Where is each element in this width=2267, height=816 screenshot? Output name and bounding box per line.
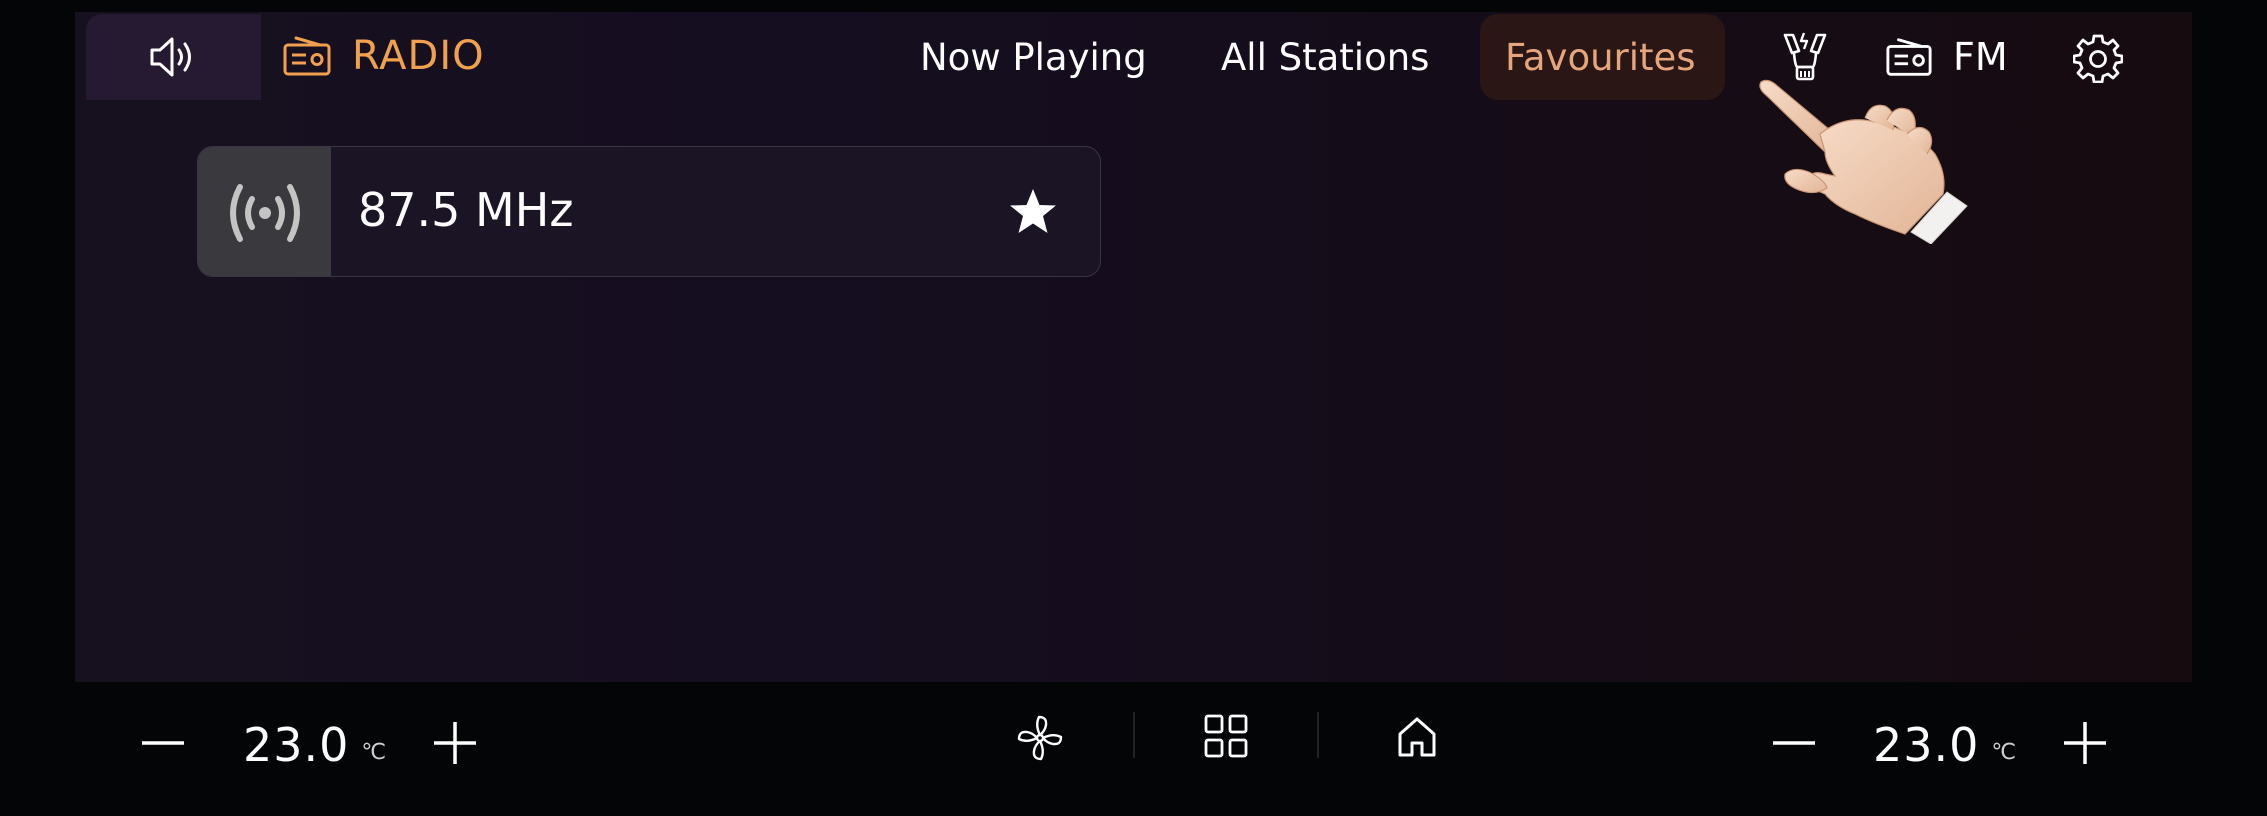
left-temperature-value: 23.0: [243, 718, 350, 772]
plus-icon: [434, 722, 476, 764]
right-temp-increase-button[interactable]: [2060, 718, 2110, 768]
apps-grid-icon: [1204, 714, 1248, 758]
tab-all-stations[interactable]: All Stations: [1221, 32, 1429, 82]
home-icon: [1398, 717, 1436, 757]
bottom-bar: 23.0 ℃ 23.0 ℃: [0, 682, 2267, 816]
minus-icon: [142, 741, 184, 745]
tab-now-playing[interactable]: Now Playing: [920, 32, 1147, 82]
tab-favourites[interactable]: Favourites: [1505, 32, 1696, 82]
home-button[interactable]: [1392, 712, 1442, 762]
head-unit-frame: RADIO Now Playing All Stations Favourite…: [0, 0, 2267, 816]
left-temperature: 23.0 ℃: [243, 710, 386, 780]
left-temperature-unit: ℃: [361, 739, 387, 765]
station-icon-box: [198, 147, 331, 276]
pointing-hand-icon: [1759, 79, 1968, 244]
right-temp-decrease-button[interactable]: [1769, 718, 1819, 768]
right-temperature: 23.0 ℃: [1873, 710, 2016, 780]
minus-icon: [1773, 741, 1815, 745]
app-title-label: RADIO: [352, 33, 485, 79]
settings-icon: [2073, 34, 2123, 83]
bottom-divider: [1317, 712, 1319, 758]
volume-icon: [150, 37, 191, 77]
star-icon[interactable]: [1008, 187, 1058, 237]
right-temperature-value: 23.0: [1873, 718, 1980, 772]
app-title: RADIO: [282, 30, 485, 82]
station-card[interactable]: 87.5 MHz: [197, 146, 1101, 277]
left-temp-increase-button[interactable]: [430, 718, 480, 768]
radio-screen: RADIO Now Playing All Stations Favourite…: [75, 12, 2192, 682]
right-temperature-unit: ℃: [1991, 739, 2017, 765]
radio-band-icon: [1886, 38, 1932, 76]
broadcast-icon: [229, 183, 300, 242]
band-label: FM: [1953, 35, 2008, 79]
station-frequency: 87.5 MHz: [358, 183, 574, 237]
fan-button[interactable]: [1012, 710, 1068, 766]
fan-icon: [1017, 715, 1063, 761]
bottom-divider: [1133, 712, 1135, 758]
apps-button[interactable]: [1200, 710, 1252, 762]
settings-button[interactable]: [2070, 30, 2126, 86]
radio-icon: [283, 36, 331, 76]
plus-icon: [2064, 722, 2106, 764]
left-temp-decrease-button[interactable]: [138, 718, 188, 768]
volume-button[interactable]: [86, 14, 261, 100]
